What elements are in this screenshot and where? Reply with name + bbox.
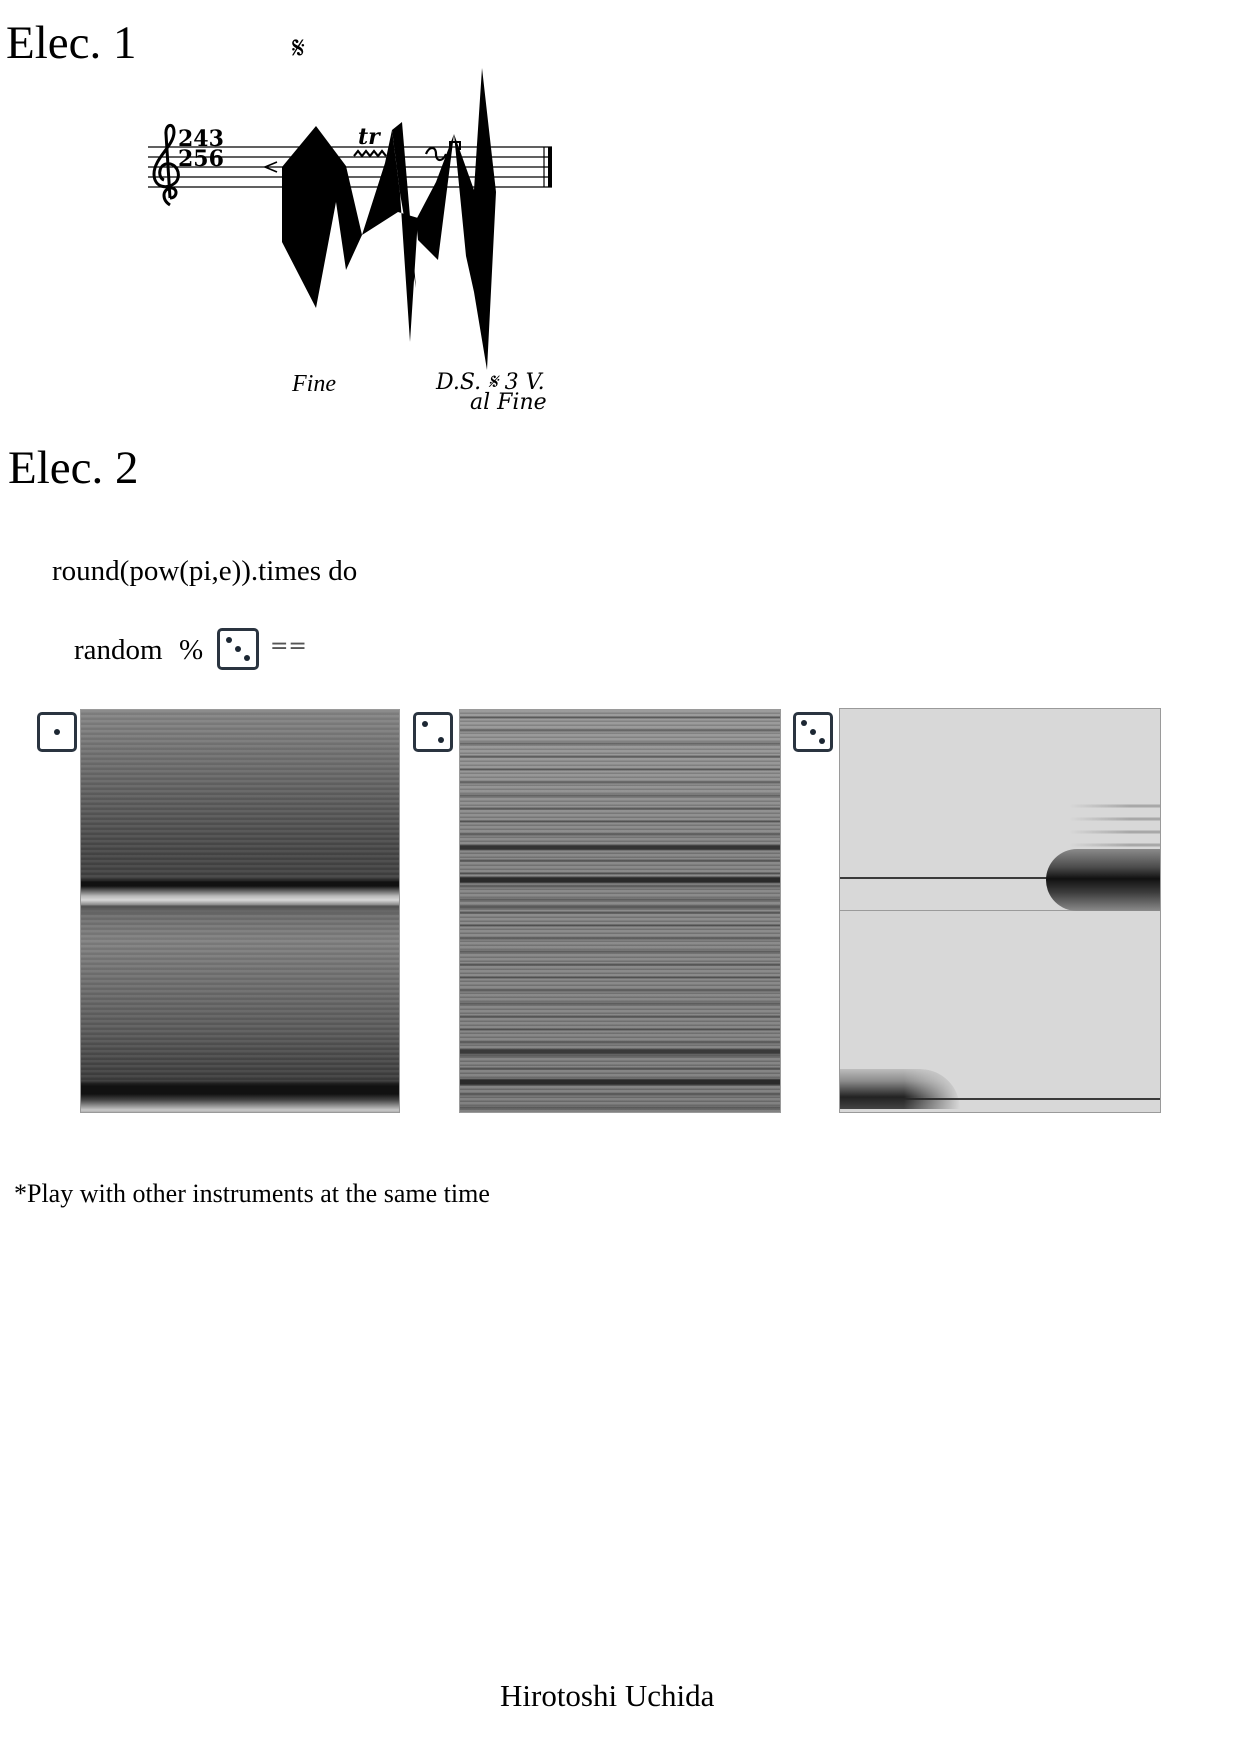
dice-two-icon [413,712,453,752]
spectro-blob-lower [840,1069,960,1109]
random-label: random [74,634,163,666]
spectro-blob-upper [1046,849,1160,911]
dice-one-icon [37,712,77,752]
spectrogram-panel-3 [839,708,1161,1113]
composer-name: Hirotoshi Uchida [500,1678,715,1713]
score-excerpt: 𝄋 243 256 tr Fine D.S. 𝄋 3 V. al Fine [140,30,560,414]
time-signature-denominator: 256 [178,146,224,172]
loop-code-line: round(pow(pi,e)).times do [52,555,358,587]
turn-ornament [424,146,448,162]
mordent-ornament [353,149,387,158]
equality-operator: == [270,634,307,659]
section-title-elec-1: Elec. 1 [6,17,137,69]
spectrogram-panel-2 [459,709,781,1113]
performance-note: *Play with other instruments at the same… [14,1179,490,1208]
spectrogram-panel-1 [80,709,400,1113]
trill-label: tr [358,124,380,150]
staff-graphic [148,68,552,370]
dal-segno-line-2: al Fine [470,390,547,415]
dice-three-icon [793,712,833,752]
dice-three-icon [217,628,259,670]
graphic-shape-1 [282,126,362,308]
spectro-bands-upper [1070,797,1160,849]
fine-label: Fine [292,371,336,397]
treble-clef [152,124,180,207]
section-title-elec-2: Elec. 2 [8,442,139,494]
graphic-shape-5 [454,68,496,370]
modulo-symbol: % [179,634,204,666]
